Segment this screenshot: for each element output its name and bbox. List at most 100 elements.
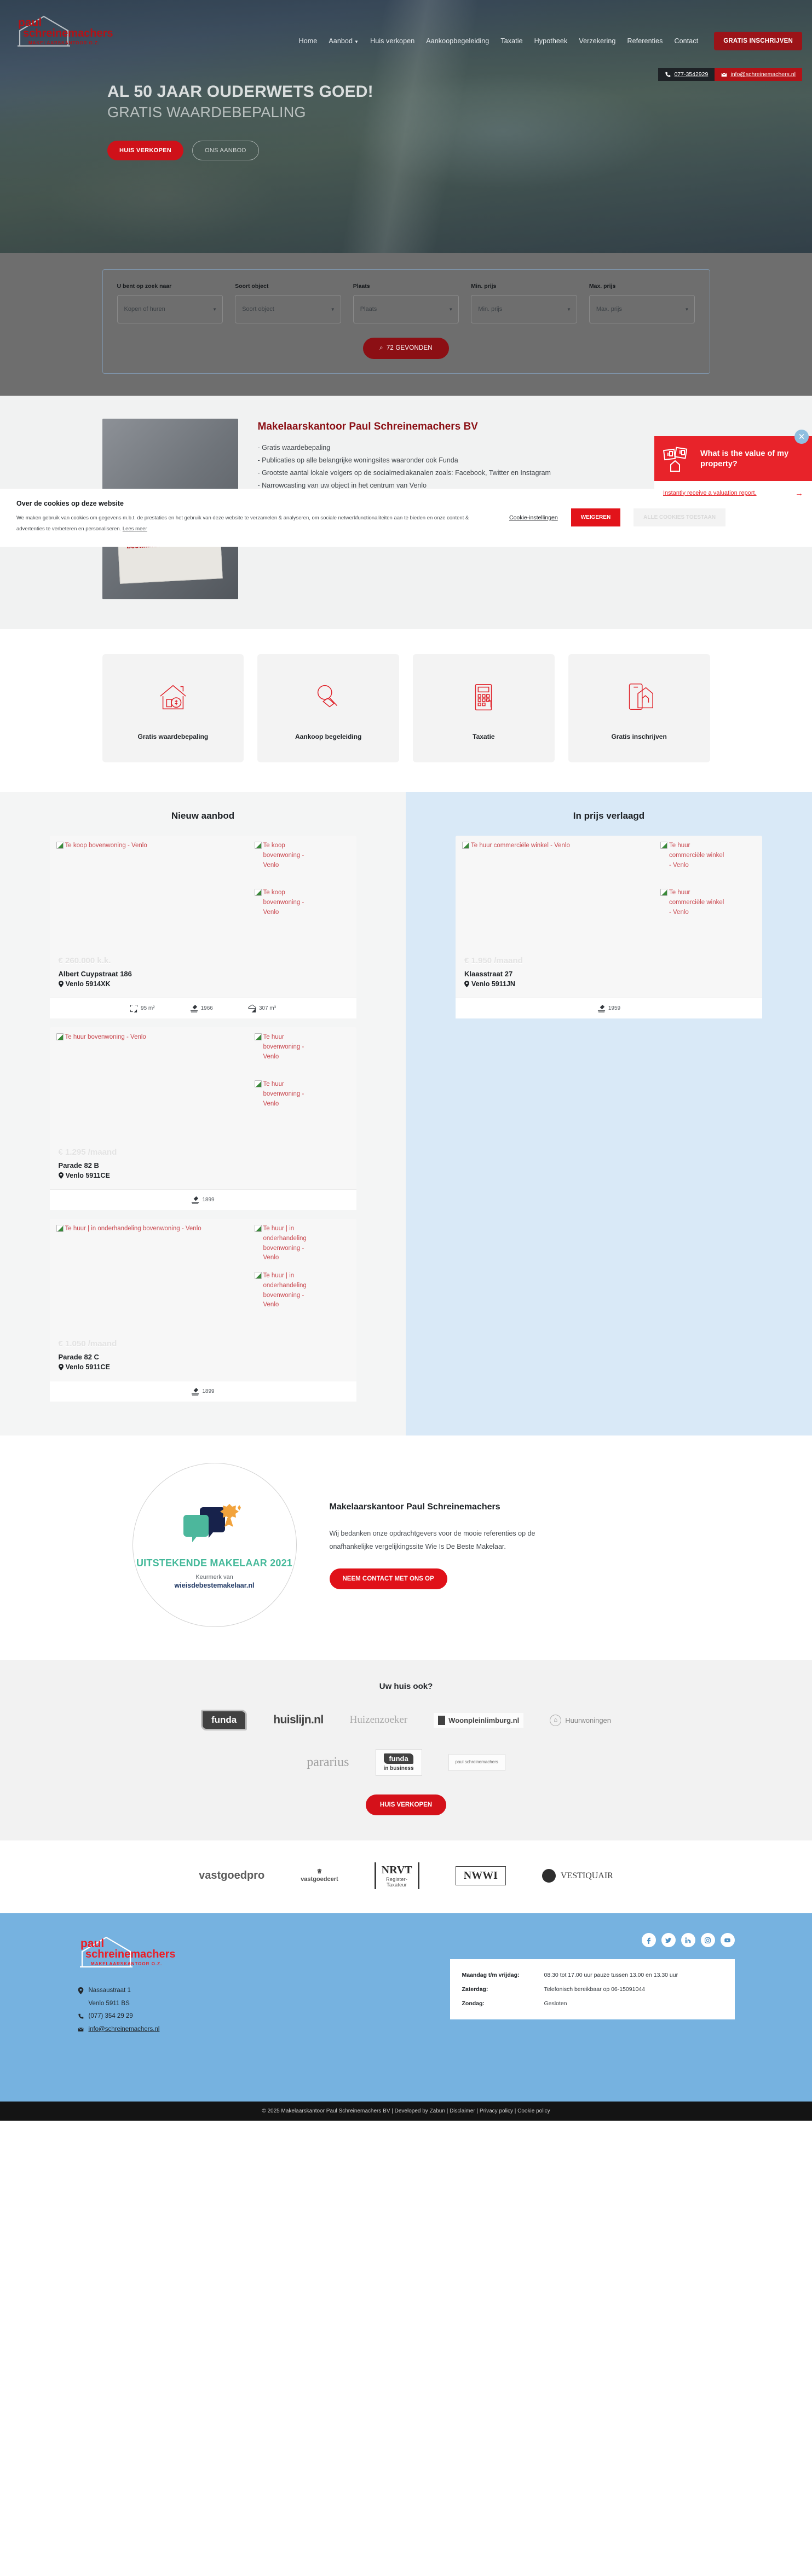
svg-text:MAKELAARSKANTOOR O.Z.: MAKELAARSKANTOOR O.Z.	[28, 40, 100, 45]
partners-sell-house-button[interactable]: HUIS VERKOPEN	[365, 1794, 447, 1815]
email-link[interactable]: info@schreinemachers.nl	[715, 68, 802, 81]
cookie-allow-all-button[interactable]: ALLE COOKIES TOESTAAN	[634, 508, 726, 526]
award-body: Wij bedanken onze opdrachtgevers voor de…	[329, 1530, 535, 1550]
main-navigation[interactable]: Home Aanbod ▼ Huis verkopen Aankoopbegele…	[299, 32, 812, 50]
search-submit-button[interactable]: ⌕ 72 GEVONDEN	[363, 338, 449, 359]
property-image-side-1[interactable]: Te koop bovenwoning - Venlo	[254, 841, 320, 870]
nav-item-contact[interactable]: Contact	[675, 37, 699, 45]
broken-image-icon	[462, 842, 469, 849]
nav-item-aanbod[interactable]: Aanbod ▼	[329, 37, 359, 45]
nav-item-huis-verkopen[interactable]: Huis verkopen	[370, 37, 414, 45]
valuation-report-link[interactable]: Instantly receive a valuation report.	[663, 489, 757, 498]
property-image-side-1[interactable]: Te huur | in onderhandeling bovenwoning …	[254, 1224, 320, 1263]
partner-logo-huizenzoeker[interactable]: Huizenzoeker	[350, 1714, 408, 1726]
nav-item-taxatie[interactable]: Taxatie	[500, 37, 522, 45]
partner-logo-woonpleinlimburg[interactable]: Woonpleinlimburg.nl	[434, 1712, 524, 1728]
partner-logo-pararius[interactable]: pararius	[307, 1755, 349, 1770]
search-select-place-value: Plaats	[360, 306, 377, 312]
instagram-icon[interactable]	[700, 1933, 715, 1947]
arrow-right-icon: →	[795, 489, 803, 498]
award-text: Makelaarskantoor Paul Schreinemachers Wi…	[329, 1501, 680, 1589]
phone-icon	[665, 72, 671, 77]
chevron-down-icon: ▼	[448, 306, 453, 312]
search-select-place[interactable]: Plaats ▼	[353, 295, 459, 323]
property-image-side-2[interactable]: Te huur commerciële winkel - Venlo	[660, 888, 726, 917]
property-card[interactable]: Te huur bovenwoning - Venlo Te huur bove…	[49, 1027, 356, 1210]
partner-logo-huislijn[interactable]: huislijn.nl	[273, 1714, 324, 1727]
map-pin-icon	[464, 981, 469, 987]
facebook-icon[interactable]	[641, 1933, 656, 1947]
partner-logo-huurwoningen[interactable]: ⌂ Huurwoningen	[550, 1714, 611, 1726]
cert-logo-nwwi[interactable]: NWWI	[455, 1866, 506, 1885]
property-address: Parade 82 B	[58, 1161, 99, 1170]
cookie-read-more-link[interactable]: Lees meer	[123, 526, 147, 532]
search-box: U bent op zoek naar Kopen of huren ▼ Soo…	[102, 269, 710, 374]
footer-socials	[308, 1933, 735, 1947]
award-contact-button[interactable]: NEEM CONTACT MET ONS OP	[329, 1568, 447, 1589]
cookie-deny-button[interactable]: WEIGEREN	[571, 508, 621, 526]
cert-logo-vastgoedcert[interactable]: ♕ vastgoedcert	[301, 1868, 338, 1883]
cert-logo-vestiquair[interactable]: VESTIQUAIR	[542, 1869, 613, 1883]
nrvt-abbr: NRVT	[381, 1864, 412, 1876]
search-select-maxprice[interactable]: Max. prijs ▼	[589, 295, 695, 323]
broken-image-icon	[254, 889, 262, 896]
partner-logo-funda[interactable]: funda	[200, 1710, 247, 1730]
property-image-side-2[interactable]: Te huur bovenwoning - Venlo	[254, 1080, 320, 1109]
award-badge-title: UITSTEKENDE MAKELAAR 2021	[136, 1558, 293, 1569]
property-image-side-2[interactable]: Te huur | in onderhandeling bovenwoning …	[254, 1271, 320, 1310]
cert-logo-nrvt[interactable]: NRVT Register- Taxateur	[374, 1862, 419, 1889]
youtube-icon[interactable]	[720, 1933, 735, 1947]
linkedin-icon[interactable]	[681, 1933, 695, 1947]
valuation-widget: ✕ What is the value of my property? Inst…	[654, 430, 812, 506]
property-card[interactable]: Te huur commerciële winkel - Venlo Te hu…	[456, 836, 762, 1018]
footer-logo[interactable]: paul schreinemachers MAKELAARSKANTOOR O.…	[78, 1933, 308, 1972]
property-image-side-2[interactable]: Te koop bovenwoning - Venlo	[254, 888, 320, 917]
search-select-minprice[interactable]: Min. prijs ▼	[471, 295, 577, 323]
property-image-main[interactable]: Te huur | in onderhandeling bovenwoning …	[56, 1224, 201, 1234]
footer-copyright[interactable]: © 2025 Makelaarskantoor Paul Schreinemac…	[0, 2102, 812, 2121]
close-icon[interactable]: ✕	[794, 430, 809, 444]
property-image-main[interactable]: Te koop bovenwoning - Venlo	[56, 841, 147, 851]
partner-logo-funda-in-business[interactable]: funda in business	[375, 1749, 422, 1776]
property-card[interactable]: Te koop bovenwoning - Venlo Te koop bove…	[49, 836, 356, 1018]
search-select-object[interactable]: Soort object ▼	[235, 295, 341, 323]
hero-our-offer-button[interactable]: ONS AANBOD	[192, 140, 259, 160]
property-address: Parade 82 C	[58, 1353, 99, 1361]
service-card-aankoop-begeleiding[interactable]: Aankoop begeleiding	[257, 654, 399, 762]
property-image-main[interactable]: Te huur bovenwoning - Venlo	[56, 1033, 146, 1043]
property-image-side-1[interactable]: Te huur bovenwoning - Venlo	[254, 1033, 320, 1062]
property-meta: 1899	[49, 1381, 356, 1402]
footer-email[interactable]: info@schreinemachers.nl	[77, 2023, 308, 2036]
site-logo[interactable]: paul schreinemachers MAKELAARSKANTOOR O.…	[15, 12, 119, 51]
search-label-maxprice: Max. prijs	[589, 283, 616, 290]
nav-item-aankoopbegeleiding[interactable]: Aankoopbegeleiding	[426, 37, 489, 45]
broken-image-icon	[254, 1033, 262, 1040]
property-image-main[interactable]: Te huur commerciële winkel - Venlo	[462, 841, 570, 851]
service-card-taxatie[interactable]: Taxatie	[413, 654, 555, 762]
search-fields: U bent op zoek naar Kopen of huren ▼ Soo…	[117, 283, 695, 323]
nav-item-verzekering[interactable]: Verzekering	[579, 37, 615, 45]
partners-heading: Uw huis ook?	[379, 1682, 433, 1691]
phone-link[interactable]: 077-3542929	[658, 68, 715, 81]
build-year-icon	[192, 1196, 199, 1204]
service-card-gratis-waardebepaling[interactable]: Gratis waardebepaling	[102, 654, 244, 762]
cookie-settings-link[interactable]: Cookie-instellingen	[509, 514, 558, 521]
cert-logo-vastgoedpro[interactable]: vastgoedpro	[199, 1869, 264, 1882]
partner-logo-schreinemachers[interactable]: paul schreinemachers	[448, 1754, 505, 1771]
service-card-gratis-inschrijven[interactable]: Gratis inschrijven	[568, 654, 710, 762]
nav-item-hypotheek[interactable]: Hypotheek	[534, 37, 568, 45]
property-image-side-1[interactable]: Te huur commerciële winkel - Venlo	[660, 841, 726, 870]
hero-sell-house-button[interactable]: HUIS VERKOPEN	[107, 140, 183, 160]
property-card[interactable]: Te huur | in onderhandeling bovenwoning …	[49, 1219, 356, 1402]
twitter-icon[interactable]	[661, 1933, 676, 1947]
volume-icon	[248, 1004, 256, 1012]
nav-cta-gratis-inschrijven[interactable]: GRATIS INSCHRIJVEN	[714, 32, 802, 50]
footer-phone[interactable]: (077) 354 29 29	[78, 2010, 308, 2023]
chevron-down-icon: ▼	[212, 306, 217, 312]
nav-item-home[interactable]: Home	[299, 37, 318, 45]
search-select-buy-rent[interactable]: Kopen of huren ▼	[117, 295, 223, 323]
nav-item-referenties[interactable]: Referenties	[627, 37, 663, 45]
search-field-object: Soort object Soort object ▼	[235, 283, 341, 323]
about-heading: Makelaarskantoor Paul Schreinemachers BV	[257, 421, 478, 432]
about-bullet-1: - Publicaties op alle belangrijke woning…	[257, 456, 458, 465]
